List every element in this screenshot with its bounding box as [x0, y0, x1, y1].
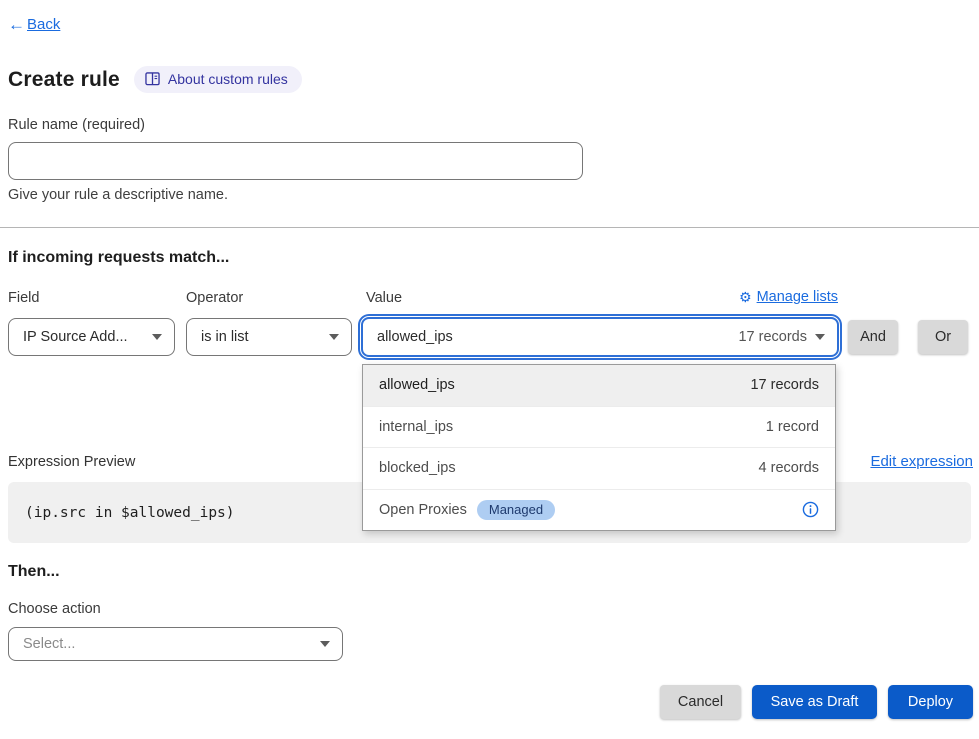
- expression-preview-label: Expression Preview: [8, 454, 135, 470]
- save-as-draft-button[interactable]: Save as Draft: [752, 685, 877, 719]
- about-custom-rules-link[interactable]: About custom rules: [134, 66, 302, 93]
- value-combobox-records: 17 records: [738, 329, 807, 345]
- create-rule-page: ← Back Create rule About custom rules Ru…: [0, 0, 979, 739]
- list-item-allowed-ips[interactable]: allowed_ips 17 records: [363, 365, 835, 407]
- list-item-records: 17 records: [750, 377, 819, 393]
- list-item-records: 4 records: [759, 460, 819, 476]
- cancel-button[interactable]: Cancel: [660, 685, 741, 719]
- field-select[interactable]: IP Source Add...: [8, 318, 175, 356]
- gear-icon: ⚙: [739, 290, 752, 304]
- manage-lists-label: Manage lists: [757, 289, 838, 305]
- choose-action-label: Choose action: [8, 601, 101, 617]
- then-section-heading: Then...: [8, 563, 60, 581]
- lists-dropdown-panel: allowed_ips 17 records internal_ips 1 re…: [362, 364, 836, 531]
- rule-name-input[interactable]: [8, 142, 583, 180]
- list-item-name: allowed_ips: [379, 377, 455, 393]
- manage-lists-link[interactable]: ⚙ Manage lists: [739, 289, 838, 305]
- chevron-down-icon: [152, 334, 162, 340]
- rule-name-label: Rule name (required): [8, 117, 145, 133]
- book-icon: [145, 72, 160, 86]
- and-button[interactable]: And: [848, 320, 898, 354]
- list-item-name: blocked_ips: [379, 460, 456, 476]
- deploy-button[interactable]: Deploy: [888, 685, 973, 719]
- section-divider: [0, 227, 979, 228]
- action-select-placeholder: Select...: [23, 636, 312, 652]
- chevron-down-icon: [329, 334, 339, 340]
- about-custom-rules-label: About custom rules: [168, 71, 288, 87]
- value-combobox[interactable]: allowed_ips 17 records: [361, 317, 839, 357]
- chevron-down-icon: [320, 641, 330, 647]
- field-select-value: IP Source Add...: [23, 329, 144, 345]
- rule-name-helper: Give your rule a descriptive name.: [8, 187, 228, 203]
- operator-select[interactable]: is in list: [186, 318, 352, 356]
- list-item-records: 1 record: [766, 419, 819, 435]
- chevron-down-icon: [815, 334, 825, 340]
- title-row: Create rule About custom rules: [8, 66, 302, 93]
- operator-column-label: Operator: [186, 290, 243, 306]
- expression-code: (ip.src in $allowed_ips): [25, 505, 235, 521]
- back-link[interactable]: ← Back: [8, 16, 60, 33]
- list-item-name: internal_ips: [379, 419, 453, 435]
- back-arrow-icon: ←: [8, 16, 25, 33]
- page-title: Create rule: [8, 68, 120, 92]
- back-link-label: Back: [27, 16, 60, 33]
- edit-expression-link[interactable]: Edit expression: [870, 453, 973, 470]
- value-combobox-value: allowed_ips: [377, 329, 453, 345]
- list-item-internal-ips[interactable]: internal_ips 1 record: [363, 407, 835, 449]
- action-select[interactable]: Select...: [8, 627, 343, 661]
- match-section-heading: If incoming requests match...: [8, 249, 229, 267]
- info-icon[interactable]: [802, 501, 819, 518]
- operator-select-value: is in list: [201, 329, 321, 345]
- or-button[interactable]: Or: [918, 320, 968, 354]
- field-column-label: Field: [8, 290, 39, 306]
- value-column-label: Value: [366, 290, 402, 306]
- managed-badge: Managed: [477, 500, 555, 520]
- list-item-open-proxies[interactable]: Open Proxies Managed: [363, 490, 835, 531]
- list-item-blocked-ips[interactable]: blocked_ips 4 records: [363, 448, 835, 490]
- list-item-name: Open Proxies: [379, 502, 467, 518]
